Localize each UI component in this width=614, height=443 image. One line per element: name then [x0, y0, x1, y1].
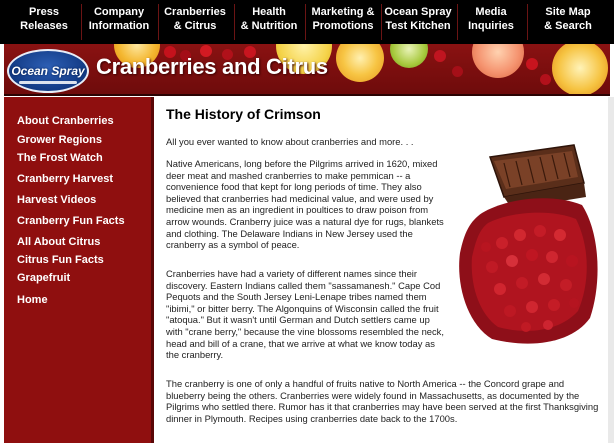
nav-health-nutrition[interactable]: Health & Nutrition — [236, 5, 302, 39]
nav-test-kitchen[interactable]: Ocean Spray Test Kitchen — [383, 5, 453, 39]
nav-label-line1: Marketing & — [311, 6, 375, 18]
sidebar-item-cranberry-harvest[interactable]: Cranberry Harvest — [17, 173, 113, 185]
cranberry-image — [526, 58, 538, 70]
nav-divider — [457, 4, 458, 40]
cranberry-scoop-image — [459, 144, 598, 344]
scrollbar[interactable] — [608, 97, 614, 443]
cranberry-image — [452, 66, 463, 77]
nav-media-inquiries[interactable]: Media Inquiries — [461, 5, 521, 39]
nav-divider — [81, 4, 82, 40]
cranberry-pile-image — [459, 198, 598, 344]
history-paragraph-3: The cranberry is one of only a handful o… — [166, 378, 599, 424]
nav-label-line1: Press — [29, 6, 59, 18]
sidebar-item-cranberry-fun-facts[interactable]: Cranberry Fun Facts — [17, 215, 125, 227]
lime-image — [390, 44, 428, 68]
nav-divider — [527, 4, 528, 40]
nav-divider — [234, 4, 235, 40]
sidebar-item-all-about-citrus[interactable]: All About Citrus — [17, 236, 100, 248]
nav-divider — [381, 4, 382, 40]
nav-divider — [158, 4, 159, 40]
nav-site-map-search[interactable]: Site Map & Search — [536, 5, 600, 39]
nav-label-line2: Releases — [20, 20, 68, 32]
page-title: The History of Crimson — [166, 106, 321, 122]
logo-text: Ocean Spray — [11, 64, 85, 78]
sidebar-nav: About Cranberries Grower Regions The Fro… — [4, 97, 154, 443]
nav-label-line1: Site Map — [545, 6, 591, 18]
nav-label-line2: Information — [88, 20, 150, 32]
top-navigation: Press Releases Company Information Cranb… — [0, 0, 614, 44]
nav-label-line1: Media — [475, 6, 507, 18]
nav-label-line2: & Search — [544, 20, 592, 32]
cranberry-image — [434, 50, 446, 62]
nav-label-line1: Company — [93, 6, 145, 18]
sidebar-item-harvest-videos[interactable]: Harvest Videos — [17, 194, 96, 206]
history-paragraph-1: Native Americans, long before the Pilgri… — [166, 158, 444, 251]
nav-marketing-promotions[interactable]: Marketing & Promotions — [308, 5, 378, 39]
sidebar-item-grower-regions[interactable]: Grower Regions — [17, 134, 102, 146]
nav-label-line2: & Nutrition — [240, 20, 298, 32]
nav-company-information[interactable]: Company Information — [84, 5, 154, 39]
sidebar-item-grapefruit[interactable]: Grapefruit — [17, 272, 70, 284]
grapefruit-image — [472, 44, 524, 78]
page-banner: Cranberries and Citrus — [4, 44, 610, 96]
cranberry-image — [540, 74, 551, 85]
nav-divider — [305, 4, 306, 40]
logo-wave-icon — [19, 81, 77, 84]
nav-press-releases[interactable]: Press Releases — [14, 5, 74, 39]
nav-label-line1: Ocean Spray — [384, 6, 452, 18]
sidebar-item-about-cranberries[interactable]: About Cranberries — [17, 115, 114, 127]
nav-label-line1: Health — [252, 6, 286, 18]
nav-label-line2: Inquiries — [468, 20, 514, 32]
sidebar-item-home[interactable]: Home — [17, 294, 48, 306]
ocean-spray-logo[interactable]: Ocean Spray — [7, 49, 89, 93]
nav-label-line2: & Citrus — [173, 20, 217, 32]
nav-label-line2: Test Kitchen — [385, 20, 451, 32]
banner-title: Cranberries and Citrus — [96, 54, 328, 79]
sidebar-item-frost-watch[interactable]: The Frost Watch — [17, 152, 103, 164]
orange-slice-image — [336, 44, 384, 82]
history-paragraph-2: Cranberries have had a variety of differ… — [166, 268, 444, 361]
nav-label-line2: Promotions — [312, 20, 374, 32]
sidebar-item-citrus-fun-facts[interactable]: Citrus Fun Facts — [17, 254, 104, 266]
nav-label-line1: Cranberries — [164, 6, 226, 18]
orange-slice-image — [552, 44, 608, 94]
nav-cranberries-citrus[interactable]: Cranberries & Citrus — [160, 5, 230, 39]
